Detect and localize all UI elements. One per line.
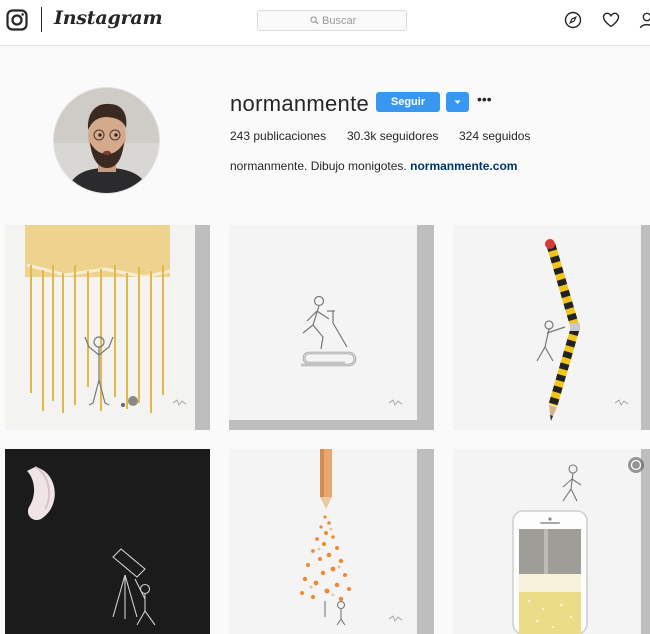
follow-button[interactable]: Seguir: [376, 92, 440, 112]
followers-count[interactable]: 30.3k seguidores: [347, 129, 438, 143]
top-navigation: Instagram Buscar: [0, 0, 650, 46]
bio-link[interactable]: normanmente.com: [410, 159, 517, 173]
instagram-wordmark[interactable]: Instagram: [54, 7, 163, 29]
post-image: [453, 449, 650, 634]
post-image: [5, 225, 210, 430]
post-garlic-moon-telescope[interactable]: [5, 449, 210, 634]
instagram-glyph-icon[interactable]: [6, 9, 28, 31]
post-phone-beer-glass[interactable]: [453, 449, 650, 634]
profile-bio: normanmente. Dibujo monigotes. normanmen…: [230, 159, 517, 173]
post-spaghetti-rain[interactable]: [5, 225, 210, 430]
following-count-label: seguidos: [482, 129, 531, 143]
avatar[interactable]: [53, 87, 160, 194]
chevron-down-icon: [454, 100, 461, 104]
posts-count: 243 publicaciones: [230, 129, 326, 143]
nav-divider: [41, 7, 42, 32]
search-placeholder: Buscar: [322, 15, 357, 27]
followers-count-label: seguidores: [379, 129, 439, 143]
search-input[interactable]: Buscar: [257, 10, 407, 31]
following-count[interactable]: 324 seguidos: [459, 129, 530, 143]
post-colored-pencil-shavings-tree[interactable]: [229, 449, 434, 634]
more-options-button[interactable]: •••: [477, 92, 492, 106]
post-image: [229, 225, 434, 430]
followers-count-value: 30.3k: [347, 129, 377, 143]
posts-count-label: publicaciones: [253, 129, 327, 143]
post-image: [453, 225, 650, 430]
following-count-value: 324: [459, 129, 480, 143]
suggestions-dropdown-button[interactable]: [446, 92, 469, 112]
post-paperclip-treadmill[interactable]: [229, 225, 434, 430]
post-image: [229, 449, 434, 634]
compass-icon[interactable]: [564, 11, 582, 29]
avatar-photo: [54, 88, 159, 193]
profile-username: normanmente: [230, 91, 370, 116]
posts-count-value: 243: [230, 129, 251, 143]
post-image: [5, 449, 210, 634]
bio-text: normanmente. Dibujo monigotes.: [230, 159, 407, 173]
person-icon[interactable]: [638, 11, 650, 29]
heart-icon[interactable]: [602, 11, 620, 29]
post-pencil-climber[interactable]: [453, 225, 650, 430]
search-icon: [310, 16, 319, 25]
